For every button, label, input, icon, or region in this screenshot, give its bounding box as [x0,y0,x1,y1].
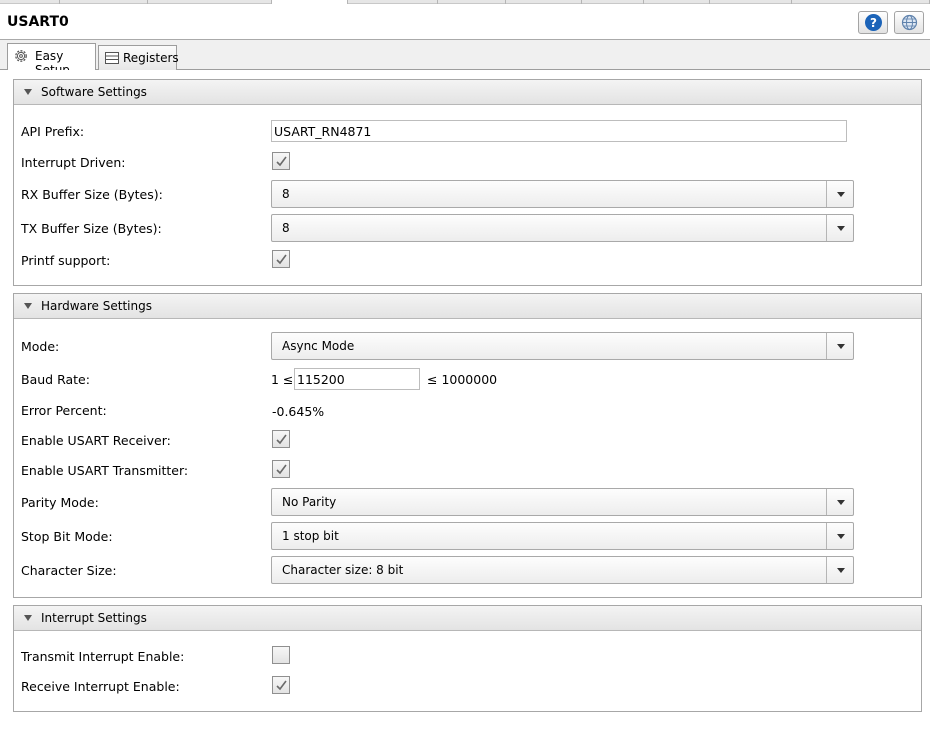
tab-registers-label: Registers [123,51,179,65]
baud-max-text: ≤ 1000000 [427,372,498,387]
baud-rate-input[interactable]: 115200 [294,368,420,390]
tab-registers[interactable]: Registers [98,45,179,70]
api-prefix-input[interactable]: USART_RN4871 [271,120,847,142]
check-icon [276,156,287,167]
rx-buffer-label: RX Buffer Size (Bytes): [21,187,163,202]
page-title: USART0 [7,14,69,30]
tx-buffer-label: TX Buffer Size (Bytes): [21,221,162,236]
hardware-settings-section: Hardware Settings Mode: Async Mode Baud … [13,293,922,598]
parity-mode-label: Parity Mode: [21,495,99,510]
dropdown-arrow-icon[interactable] [826,523,853,549]
help-button[interactable]: ? [858,11,888,34]
check-icon [276,254,287,265]
globe-icon [901,14,918,31]
easy-setup-panel: Software Settings API Prefix: USART_RN48… [0,70,930,755]
api-prefix-value: USART_RN4871 [274,124,372,139]
registers-icon [104,50,120,66]
dropdown-arrow-icon[interactable] [826,557,853,583]
stop-bit-value: 1 stop bit [282,529,339,543]
dropdown-arrow-icon[interactable] [826,489,853,515]
mode-label: Mode: [21,339,60,354]
parity-mode-dropdown[interactable]: No Parity [271,488,854,516]
receive-interrupt-label: Receive Interrupt Enable: [21,679,180,694]
baud-rate-value: 115200 [297,372,345,387]
tab-easy-setup[interactable]: Easy Setup [7,43,96,77]
enable-transmitter-label: Enable USART Transmitter: [21,463,189,478]
collapse-triangle-icon[interactable] [24,615,32,621]
mode-value: Async Mode [282,339,355,353]
help-icon: ? [865,14,882,31]
transmit-interrupt-label: Transmit Interrupt Enable: [21,649,185,664]
tx-buffer-value: 8 [282,221,290,235]
dropdown-arrow-icon[interactable] [826,333,853,359]
stop-bit-dropdown[interactable]: 1 stop bit [271,522,854,550]
parity-mode-value: No Parity [282,495,337,509]
enable-receiver-label: Enable USART Receiver: [21,433,171,448]
section-title: Software Settings [41,85,147,99]
interrupt-settings-section: Interrupt Settings Transmit Interrupt En… [13,605,922,712]
software-settings-header[interactable]: Software Settings [14,80,921,105]
mode-dropdown[interactable]: Async Mode [271,332,854,360]
enable-transmitter-checkbox[interactable] [272,460,290,478]
printf-label: Printf support: [21,253,111,268]
check-icon [276,680,287,691]
globe-button[interactable] [894,11,924,34]
svg-text:?: ? [870,16,877,30]
character-size-value: Character size: 8 bit [282,563,404,577]
printf-checkbox[interactable] [272,250,290,268]
section-title: Hardware Settings [41,299,152,313]
title-bar: USART0 ? [0,4,930,40]
receive-interrupt-checkbox[interactable] [272,676,290,694]
api-prefix-label: API Prefix: [21,124,85,139]
baud-rate-label: Baud Rate: [21,372,90,387]
rx-buffer-dropdown[interactable]: 8 [271,180,854,208]
dropdown-arrow-icon[interactable] [826,215,853,241]
check-icon [276,464,287,475]
enable-receiver-checkbox[interactable] [272,430,290,448]
interrupt-driven-checkbox[interactable] [272,152,290,170]
stop-bit-label: Stop Bit Mode: [21,529,113,544]
interrupt-driven-label: Interrupt Driven: [21,155,126,170]
gear-icon [13,48,29,64]
tab-bar: Easy Setup Registers [0,40,930,77]
character-size-dropdown[interactable]: Character size: 8 bit [271,556,854,584]
baud-min-text: 1 ≤ [271,372,294,387]
dropdown-arrow-icon[interactable] [826,181,853,207]
software-settings-section: Software Settings API Prefix: USART_RN48… [13,79,922,286]
rx-buffer-value: 8 [282,187,290,201]
transmit-interrupt-checkbox[interactable] [272,646,290,664]
check-icon [276,434,287,445]
error-percent-value: -0.645% [272,404,325,419]
hardware-settings-header[interactable]: Hardware Settings [14,294,921,319]
interrupt-settings-header[interactable]: Interrupt Settings [14,606,921,631]
collapse-triangle-icon[interactable] [24,303,32,309]
character-size-label: Character Size: [21,563,117,578]
error-percent-label: Error Percent: [21,403,107,418]
tx-buffer-dropdown[interactable]: 8 [271,214,854,242]
section-title: Interrupt Settings [41,611,147,625]
collapse-triangle-icon[interactable] [24,89,32,95]
